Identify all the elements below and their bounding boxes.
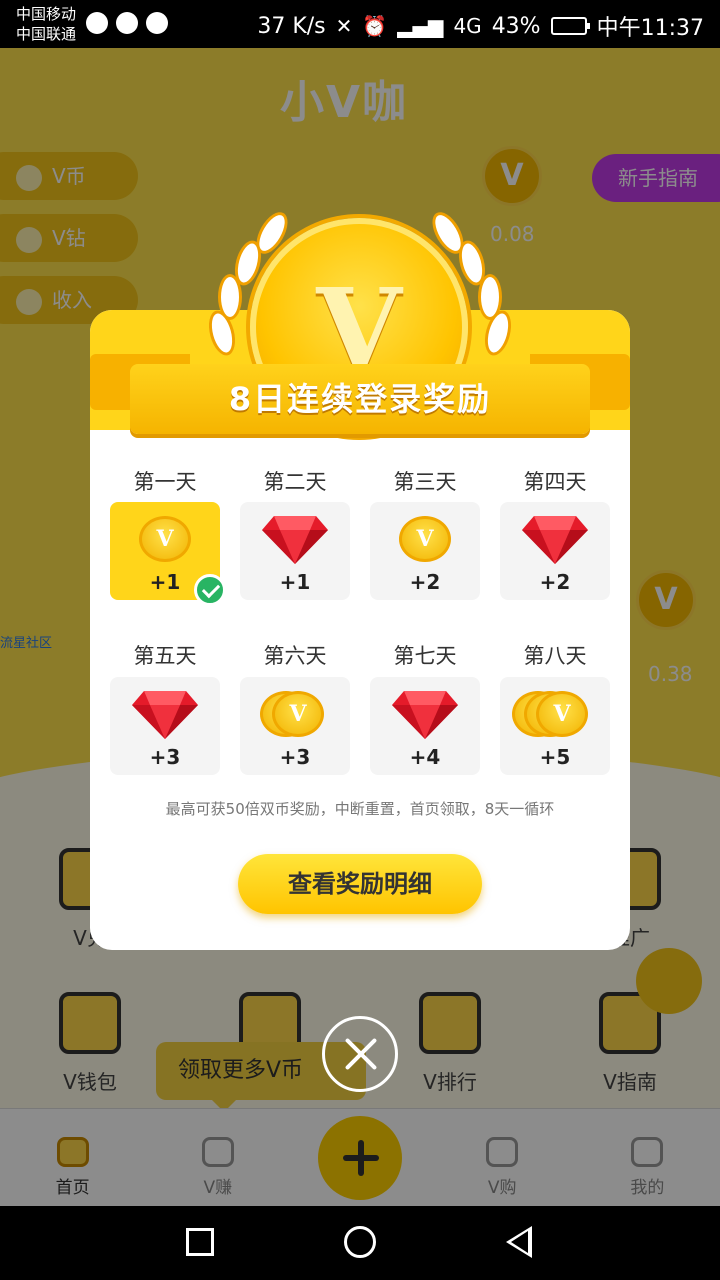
day-label: 第二天 — [263, 470, 327, 494]
v-coin-icon: V — [139, 516, 191, 562]
day-label: 第七天 — [393, 644, 457, 668]
chat-icon — [116, 12, 138, 34]
day-reward-card[interactable]: +2 — [500, 502, 610, 600]
day-reward-card[interactable]: V +3 — [240, 677, 350, 775]
red-gem-icon — [240, 508, 350, 568]
coin-stack-icon: V — [240, 683, 350, 743]
day-label: 第三天 — [393, 470, 457, 494]
day-reward-card[interactable]: +1 — [240, 502, 350, 600]
home-nav-button[interactable] — [344, 1226, 376, 1258]
red-gem-icon — [110, 683, 220, 743]
alarm-icon: ⏰ — [362, 14, 388, 38]
v-coin-icon: V — [272, 691, 324, 737]
carrier-2: 中国联通 — [16, 25, 77, 43]
day-label: 第六天 — [263, 644, 327, 668]
day-reward-card[interactable]: +3 — [110, 677, 220, 775]
back-button[interactable] — [506, 1226, 532, 1258]
network-type: 4G — [453, 14, 482, 38]
modal-title: 8日连续登录奖励 — [130, 364, 590, 434]
notification-icons — [86, 12, 168, 34]
reward-amount: +5 — [539, 745, 571, 769]
mute-icon: ✕ — [335, 14, 353, 38]
net-speed: 37 K/s — [257, 13, 326, 39]
status-bar: 中国移动 中国联通 37 K/s ✕ ⏰ ▂▄▆ 4G 43% 中午11:37 — [0, 0, 720, 48]
coin-icon: V — [110, 508, 220, 568]
reward-amount: +4 — [409, 745, 441, 769]
reward-amount: +2 — [409, 570, 441, 594]
carrier-names: 中国移动 中国联通 — [16, 4, 76, 44]
carrier-1: 中国移动 — [16, 5, 77, 23]
reward-amount: +3 — [279, 745, 311, 769]
day-label: 第五天 — [133, 644, 197, 668]
signal-icon: ▂▄▆ — [397, 14, 444, 38]
battery-percent: 43% — [491, 13, 541, 39]
clock: 中午11:37 — [596, 16, 704, 41]
view-reward-details-button[interactable]: 查看奖励明细 — [238, 854, 482, 914]
compass-icon — [146, 12, 168, 34]
close-modal-button[interactable] — [322, 1016, 398, 1092]
red-gem-icon — [500, 508, 610, 568]
v-coin-icon: V — [536, 691, 588, 737]
day-reward-card[interactable]: +4 — [370, 677, 480, 775]
day-label: 第四天 — [523, 470, 587, 494]
day-label: 第八天 — [523, 644, 587, 668]
reward-amount: +3 — [149, 745, 181, 769]
app-notify-icon — [86, 12, 108, 34]
day-reward-card[interactable]: V +2 — [370, 502, 480, 600]
reward-amount: +1 — [279, 570, 311, 594]
day-reward-card[interactable]: V +5 — [500, 677, 610, 775]
claimed-check-icon — [194, 574, 226, 606]
coin-stack-icon: V — [500, 683, 610, 743]
red-gem-icon — [370, 683, 480, 743]
system-nav-bar — [0, 1206, 720, 1280]
v-coin-icon: V — [399, 516, 451, 562]
recents-button[interactable] — [186, 1228, 214, 1256]
day-label: 第一天 — [133, 470, 197, 494]
day-reward-card[interactable]: V +1 — [110, 502, 226, 606]
status-right: 37 K/s ✕ ⏰ ▂▄▆ 4G 43% 中午11:37 — [257, 10, 704, 42]
coin-icon: V — [370, 508, 480, 568]
reward-amount: +2 — [539, 570, 571, 594]
battery-icon — [550, 17, 590, 35]
